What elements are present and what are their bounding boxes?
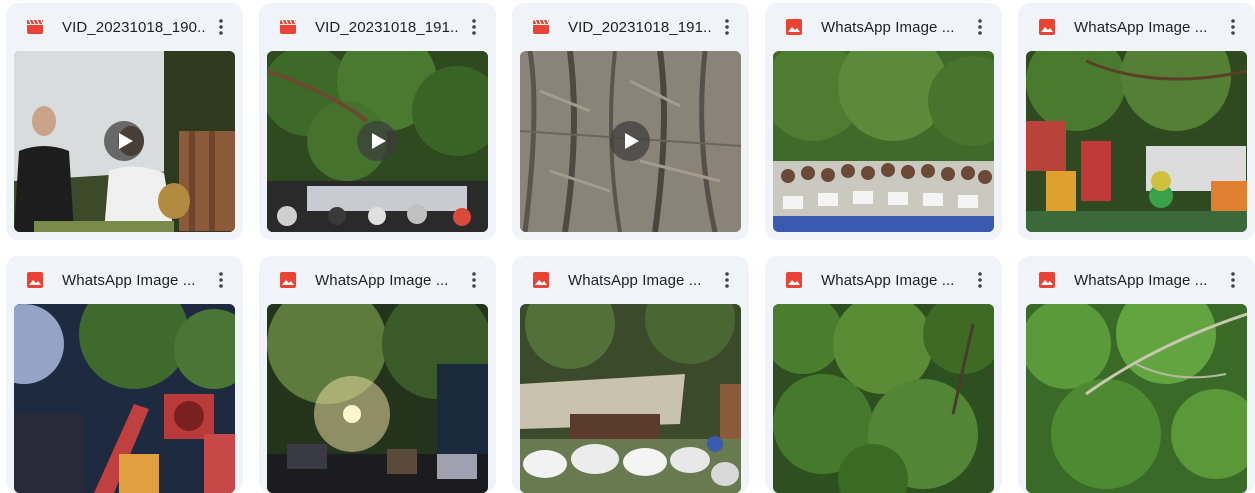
file-card[interactable]: VID_20231018_190... <box>6 3 243 240</box>
file-card-header: WhatsApp Image ... <box>520 256 741 304</box>
play-icon <box>371 133 386 149</box>
file-title: WhatsApp Image ... <box>568 271 702 289</box>
thumbnail-white-clothes-group <box>520 304 741 493</box>
thumbnail-playground-slide <box>14 304 235 493</box>
image-icon <box>1039 272 1055 288</box>
file-card-header: WhatsApp Image ... <box>14 256 235 304</box>
video-icon <box>280 19 297 34</box>
image-icon <box>786 19 802 35</box>
file-card[interactable]: WhatsApp Image ... <box>1018 3 1255 240</box>
file-thumbnail[interactable] <box>1026 304 1247 493</box>
file-thumbnail[interactable] <box>773 304 994 493</box>
file-card[interactable]: WhatsApp Image ... <box>765 3 1002 240</box>
file-thumbnail[interactable] <box>520 304 741 493</box>
more-options-button[interactable] <box>207 13 235 41</box>
more-options-button[interactable] <box>713 13 741 41</box>
file-thumbnail[interactable] <box>14 304 235 493</box>
file-card-header: WhatsApp Image ... <box>773 3 994 51</box>
thumbnail-playground <box>1026 51 1247 232</box>
more-options-button[interactable] <box>966 13 994 41</box>
file-card-header: WhatsApp Image ... <box>1026 3 1247 51</box>
more-vert-icon <box>472 19 476 35</box>
more-options-button[interactable] <box>713 266 741 294</box>
file-title: WhatsApp Image ... <box>1074 271 1208 289</box>
more-options-button[interactable] <box>1219 13 1247 41</box>
more-vert-icon <box>978 272 982 288</box>
thumbnail-night-light <box>267 304 488 493</box>
file-title: VID_20231018_190... <box>62 18 207 36</box>
file-thumbnail[interactable] <box>773 51 994 232</box>
play-button[interactable] <box>357 121 397 161</box>
file-card[interactable]: WhatsApp Image ... <box>765 256 1002 493</box>
more-vert-icon <box>1231 272 1235 288</box>
video-icon <box>533 19 550 34</box>
file-title: VID_20231018_191... <box>315 18 460 36</box>
file-thumbnail[interactable] <box>267 51 488 232</box>
file-card-header: WhatsApp Image ... <box>1026 256 1247 304</box>
image-icon <box>27 272 43 288</box>
file-card[interactable]: WhatsApp Image ... <box>1018 256 1255 493</box>
file-thumbnail[interactable] <box>520 51 741 232</box>
file-card-header: WhatsApp Image ... <box>267 256 488 304</box>
more-options-button[interactable] <box>460 13 488 41</box>
image-icon <box>533 272 549 288</box>
file-title: WhatsApp Image ... <box>315 271 449 289</box>
file-card-header: VID_20231018_190... <box>14 3 235 51</box>
more-vert-icon <box>472 272 476 288</box>
play-icon <box>624 133 639 149</box>
more-options-button[interactable] <box>460 266 488 294</box>
image-icon <box>1039 19 1055 35</box>
play-button[interactable] <box>104 121 144 161</box>
more-options-button[interactable] <box>207 266 235 294</box>
file-title: WhatsApp Image ... <box>821 271 955 289</box>
file-card-header: WhatsApp Image ... <box>773 256 994 304</box>
play-button[interactable] <box>610 121 650 161</box>
file-card[interactable]: WhatsApp Image ... <box>259 256 496 493</box>
file-card-header: VID_20231018_191... <box>520 3 741 51</box>
video-icon <box>27 19 44 34</box>
file-card-header: VID_20231018_191... <box>267 3 488 51</box>
file-card[interactable]: WhatsApp Image ... <box>512 256 749 493</box>
file-title: WhatsApp Image ... <box>1074 18 1208 36</box>
file-thumbnail[interactable] <box>1026 51 1247 232</box>
more-options-button[interactable] <box>966 266 994 294</box>
more-vert-icon <box>725 19 729 35</box>
thumbnail-foliage <box>773 304 994 493</box>
file-title: WhatsApp Image ... <box>821 18 955 36</box>
file-grid: VID_20231018_190... VID_20231018_191... … <box>6 3 1255 493</box>
thumbnail-group-certificates <box>773 51 994 232</box>
image-icon <box>280 272 296 288</box>
more-vert-icon <box>1231 19 1235 35</box>
thumbnail-foliage-branch <box>1026 304 1247 493</box>
more-vert-icon <box>725 272 729 288</box>
image-icon <box>786 272 802 288</box>
more-vert-icon <box>978 19 982 35</box>
file-title: WhatsApp Image ... <box>62 271 196 289</box>
more-vert-icon <box>219 272 223 288</box>
play-icon <box>118 133 133 149</box>
file-card[interactable]: WhatsApp Image ... <box>6 256 243 493</box>
file-card[interactable]: VID_20231018_191... <box>259 3 496 240</box>
file-thumbnail[interactable] <box>267 304 488 493</box>
file-title: VID_20231018_191... <box>568 18 713 36</box>
more-options-button[interactable] <box>1219 266 1247 294</box>
more-vert-icon <box>219 19 223 35</box>
file-card[interactable]: VID_20231018_191... <box>512 3 749 240</box>
file-thumbnail[interactable] <box>14 51 235 232</box>
